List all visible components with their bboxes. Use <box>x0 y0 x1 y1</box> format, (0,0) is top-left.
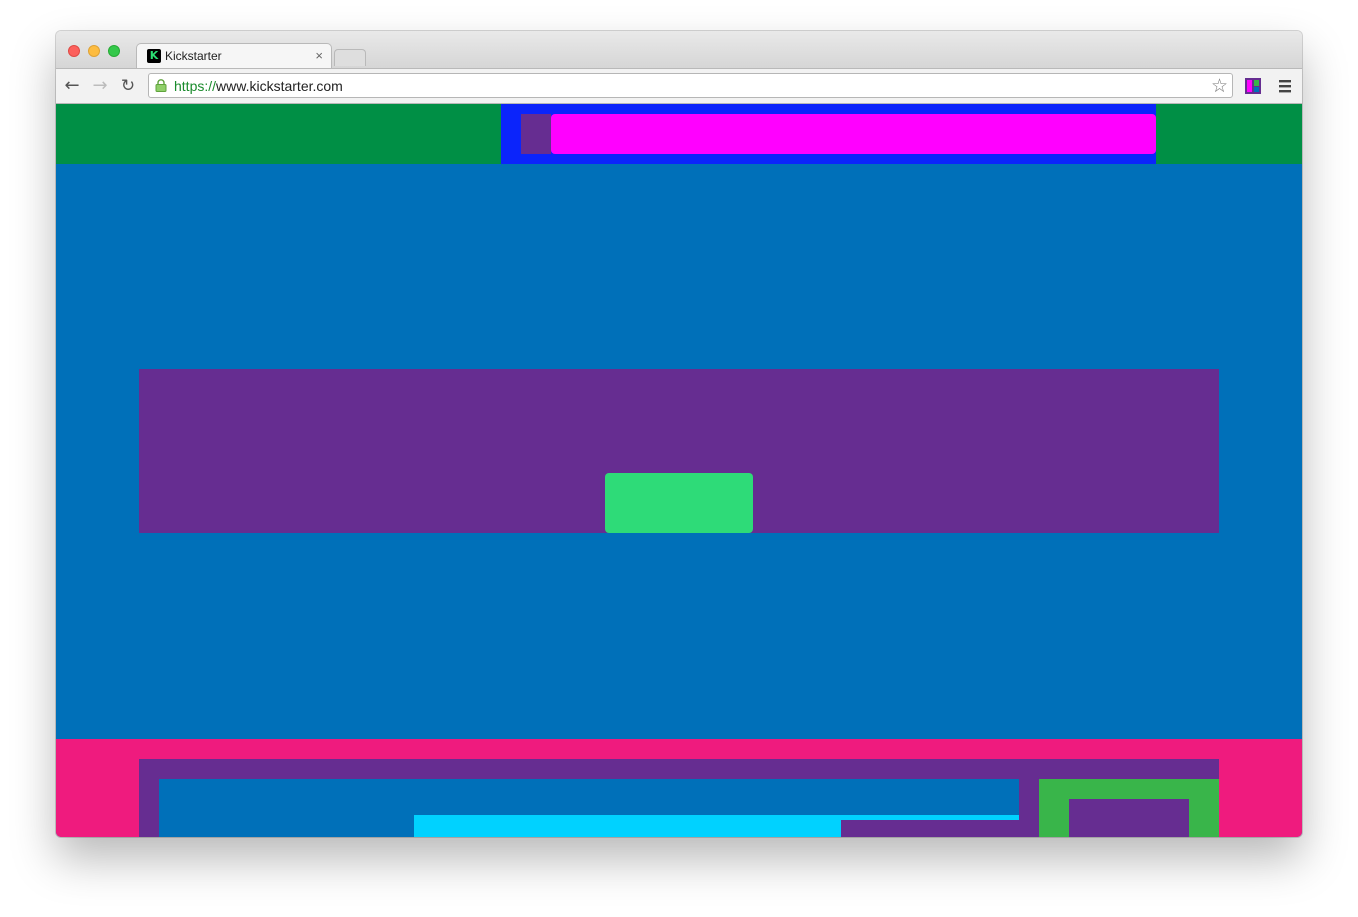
extension-icon[interactable] <box>1245 78 1261 94</box>
tab-strip: K Kickstarter × <box>56 31 1302 70</box>
forward-arrow-icon[interactable]: → <box>90 76 110 96</box>
page-content <box>56 104 1302 837</box>
kickstarter-favicon-icon: K <box>147 49 161 63</box>
browser-window: K Kickstarter × ← → ↻ https://www.kickst… <box>56 31 1302 837</box>
lock-icon <box>155 79 167 92</box>
tab-close-icon[interactable]: × <box>315 48 323 63</box>
new-tab-button[interactable] <box>334 49 366 66</box>
tab-title: Kickstarter <box>165 49 222 63</box>
featured-progress-remainder <box>841 820 1019 837</box>
close-window-button[interactable] <box>68 45 80 57</box>
zoom-window-button[interactable] <box>108 45 120 57</box>
url-scheme: https:// <box>174 78 217 94</box>
sidebar-card-image <box>1069 799 1189 837</box>
hero-cta-button[interactable] <box>605 473 753 533</box>
browser-toolbar: ← → ↻ https://www.kickstarter.com ☆ <box>56 68 1302 104</box>
minimize-window-button[interactable] <box>88 45 100 57</box>
url-text: https://www.kickstarter.com <box>174 78 343 94</box>
search-icon-area[interactable] <box>521 114 551 154</box>
url-host: www.kickstarter.com <box>216 78 343 94</box>
back-arrow-icon[interactable]: ← <box>62 76 82 96</box>
tab-kickstarter[interactable]: K Kickstarter × <box>136 43 332 70</box>
search-input[interactable] <box>551 114 1156 154</box>
hamburger-menu-icon[interactable] <box>1278 78 1292 94</box>
bookmark-star-icon[interactable]: ☆ <box>1211 75 1228 97</box>
address-bar[interactable]: https://www.kickstarter.com ☆ <box>148 73 1233 98</box>
reload-icon[interactable]: ↻ <box>118 76 138 96</box>
